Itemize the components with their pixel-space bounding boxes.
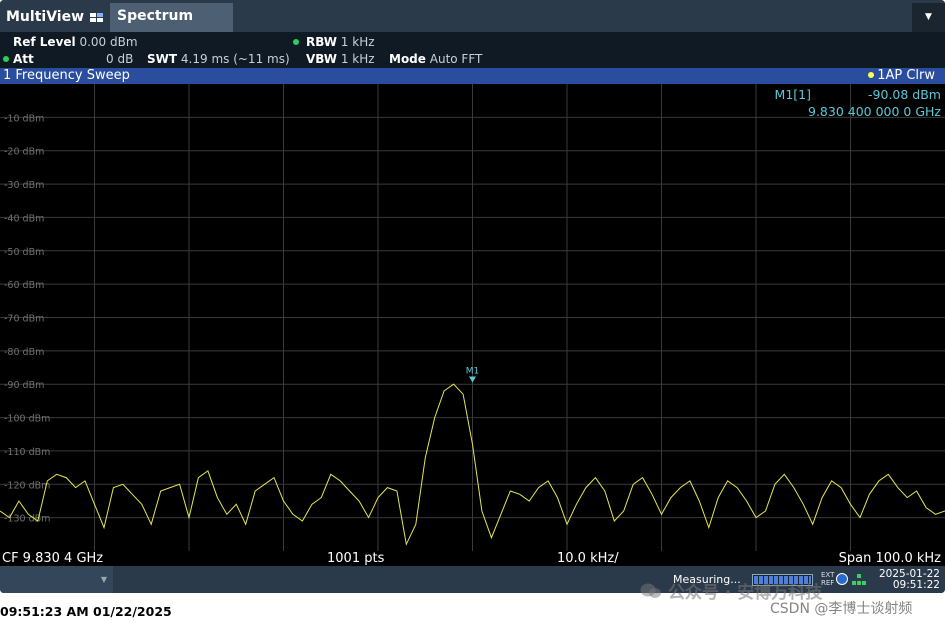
chevron-down-icon[interactable]: ▼ [912,3,945,32]
att-value: 0 dB [106,52,134,66]
y-tick-label: -30 dBm [4,180,44,191]
att-label: Att [13,52,34,66]
screenshot-timestamp: 09:51:23 AM 01/22/2025 [0,604,172,619]
span: Span 100.0 kHz [838,551,941,566]
csdn-watermark: CSDN @李博士谈射频 [770,601,913,617]
y-tick-label: -90 dBm [4,380,44,391]
ref-level-label: Ref Level [13,35,76,49]
analyzer-screen: MultiView Spectrum ▼ Ref Level 0.00 dBm … [0,0,945,593]
ref-level-value: 0.00 dBm [79,35,138,49]
window-title: 1 Frequency Sweep [3,68,130,83]
rbw-status-dot-icon [293,39,299,45]
ref-level-setting[interactable]: Ref Level 0.00 dBm [13,35,138,49]
date-time: 2025-01-22 09:51:22 [872,569,940,591]
wechat-icon [640,582,662,600]
swt-value: 4.19 ms (~11 ms) [180,52,290,66]
tab-spectrum[interactable]: Spectrum [110,3,233,32]
marker-m1-tag: M1 [466,366,480,376]
y-tick-label: -40 dBm [4,213,44,224]
mode-value: Auto FFT [429,52,483,66]
y-tick-label: -100 dBm [4,414,50,425]
rbw-setting[interactable]: RBW 1 kHz [306,35,375,49]
window-title-bar[interactable]: 1 Frequency Sweep 1AP Clrw [0,68,945,84]
tab-spectrum-label: Spectrum [117,8,194,24]
tab-multiview-label: MultiView [6,9,85,25]
ext-ref-label: EXT REF [821,571,835,587]
swt-label: SWT [147,52,178,66]
trace-dot-icon [868,72,875,78]
y-tick-label: -70 dBm [4,314,44,325]
trace-info[interactable]: 1AP Clrw [868,68,935,84]
settings-panel[interactable]: Ref Level 0.00 dBm Att 0 dB SWT 4.19 ms … [0,32,945,68]
marker-frequency: 9.830 400 000 0 GHz [808,104,941,119]
info-line: CF 9.830 4 GHz 1001 pts 10.0 kHz/ Span 1… [0,551,945,566]
y-tick-label: -10 dBm [4,113,44,124]
status-dropdown-button[interactable]: ▼ [0,566,113,593]
vbw-label: VBW [306,52,338,66]
tab-bar: MultiView Spectrum ▼ [0,0,945,32]
y-tick-label: -50 dBm [4,247,44,258]
marker-label: M1[1] [774,87,811,102]
spectrum-chart: -10 dBm -20 dBm -30 dBm -40 dBm -50 dBm -60 d… [0,84,945,551]
att-setting[interactable]: Att 0 dB [13,52,133,66]
marker-m1-triangle[interactable] [469,376,476,383]
rbw-value: 1 kHz [340,35,375,49]
network-icon[interactable] [852,574,866,586]
mode-label: Mode [389,52,426,66]
vbw-setting[interactable]: VBW 1 kHz [306,52,375,66]
rbw-label: RBW [306,35,337,49]
vbw-value: 1 kHz [340,52,375,66]
tab-multiview[interactable]: MultiView [0,3,108,32]
swt-setting[interactable]: SWT 4.19 ms (~11 ms) [147,52,290,66]
y-tick-label: -60 dBm [4,280,44,291]
sweep-points: 1001 pts [327,551,385,566]
marker-level: -90.08 dBm [868,87,941,102]
trace-info-label: 1AP Clrw [877,68,935,83]
reference-icon[interactable] [836,573,848,585]
y-tick-label: -120 dBm [4,480,50,491]
status-time: 09:51:22 [892,579,940,591]
marker-readout: -90.08 dBm 9.830 400 000 0 GHz M1[1] [775,86,941,120]
frequency-per-div: 10.0 kHz/ [557,551,619,566]
center-frequency: CF 9.830 4 GHz [2,551,104,566]
y-tick-label: -80 dBm [4,347,44,358]
multiview-grid-icon [90,13,104,23]
spectrum-plot[interactable]: -10 dBm -20 dBm -30 dBm -40 dBm -50 dBm -60 d… [0,84,945,551]
y-tick-label: -110 dBm [4,447,50,458]
att-status-dot-icon [3,56,9,62]
y-tick-label: -20 dBm [4,147,44,158]
mode-setting[interactable]: Mode Auto FFT [389,52,482,66]
